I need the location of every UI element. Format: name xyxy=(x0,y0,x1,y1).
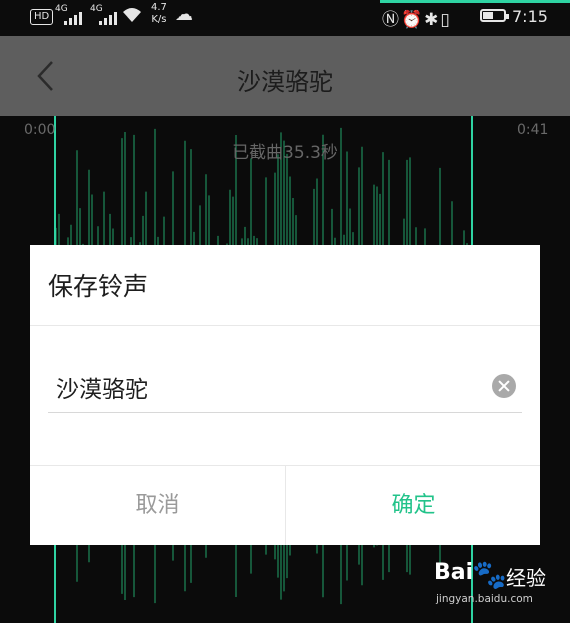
cloud-icon: ☁ xyxy=(175,4,193,25)
alarm-icon: ⏰ xyxy=(401,10,425,30)
status-icons-group: Ⓝ⏰✱▯ xyxy=(382,5,452,30)
battery-tip xyxy=(506,14,509,19)
watermark-brand: 经验 xyxy=(506,566,546,590)
wifi-icon xyxy=(121,6,143,28)
dialog-title: 保存铃声 xyxy=(48,272,149,301)
speed-unit: K/s xyxy=(151,14,167,25)
save-ringtone-dialog: 保存铃声 取消 确定 xyxy=(30,245,540,545)
network-speed: 4.7 K/s xyxy=(151,2,167,26)
cancel-button[interactable]: 取消 xyxy=(30,466,285,545)
speed-value: 4.7 xyxy=(151,2,167,13)
baidu-jingyan-watermark: Bai 🐾 经验 jingyan.baidu.com xyxy=(434,558,566,612)
vibrate-icon: ▯ xyxy=(440,10,452,30)
clear-icon[interactable] xyxy=(492,374,516,398)
ringtone-name-input[interactable] xyxy=(48,367,522,413)
bluetooth-icon: ✱ xyxy=(424,10,441,30)
nfc-icon: Ⓝ xyxy=(382,10,401,30)
watermark-url: jingyan.baidu.com xyxy=(436,593,533,605)
status-bar: HD 4G 4G 4.7 K/s ☁ Ⓝ⏰✱▯ 7:15 xyxy=(0,0,570,36)
signal-icon xyxy=(64,11,84,25)
page-title: 沙漠骆驼 xyxy=(237,68,333,96)
status-accent-line xyxy=(380,0,570,3)
start-time: 0:00 xyxy=(24,122,56,138)
app-header: 沙漠骆驼 xyxy=(0,36,570,116)
hd-icon: HD xyxy=(30,9,54,25)
paw-icon: 🐾 xyxy=(472,558,507,591)
battery-fill xyxy=(483,12,493,19)
end-time: 0:41 xyxy=(517,122,549,138)
divider xyxy=(30,325,540,326)
trim-info: 已截曲35.3秒 xyxy=(232,143,338,163)
battery-icon xyxy=(480,9,509,22)
clock: 7:15 xyxy=(512,7,548,26)
confirm-button[interactable]: 确定 xyxy=(286,466,541,545)
signal-icon xyxy=(99,11,119,25)
watermark-logo-text: Bai xyxy=(434,560,474,585)
